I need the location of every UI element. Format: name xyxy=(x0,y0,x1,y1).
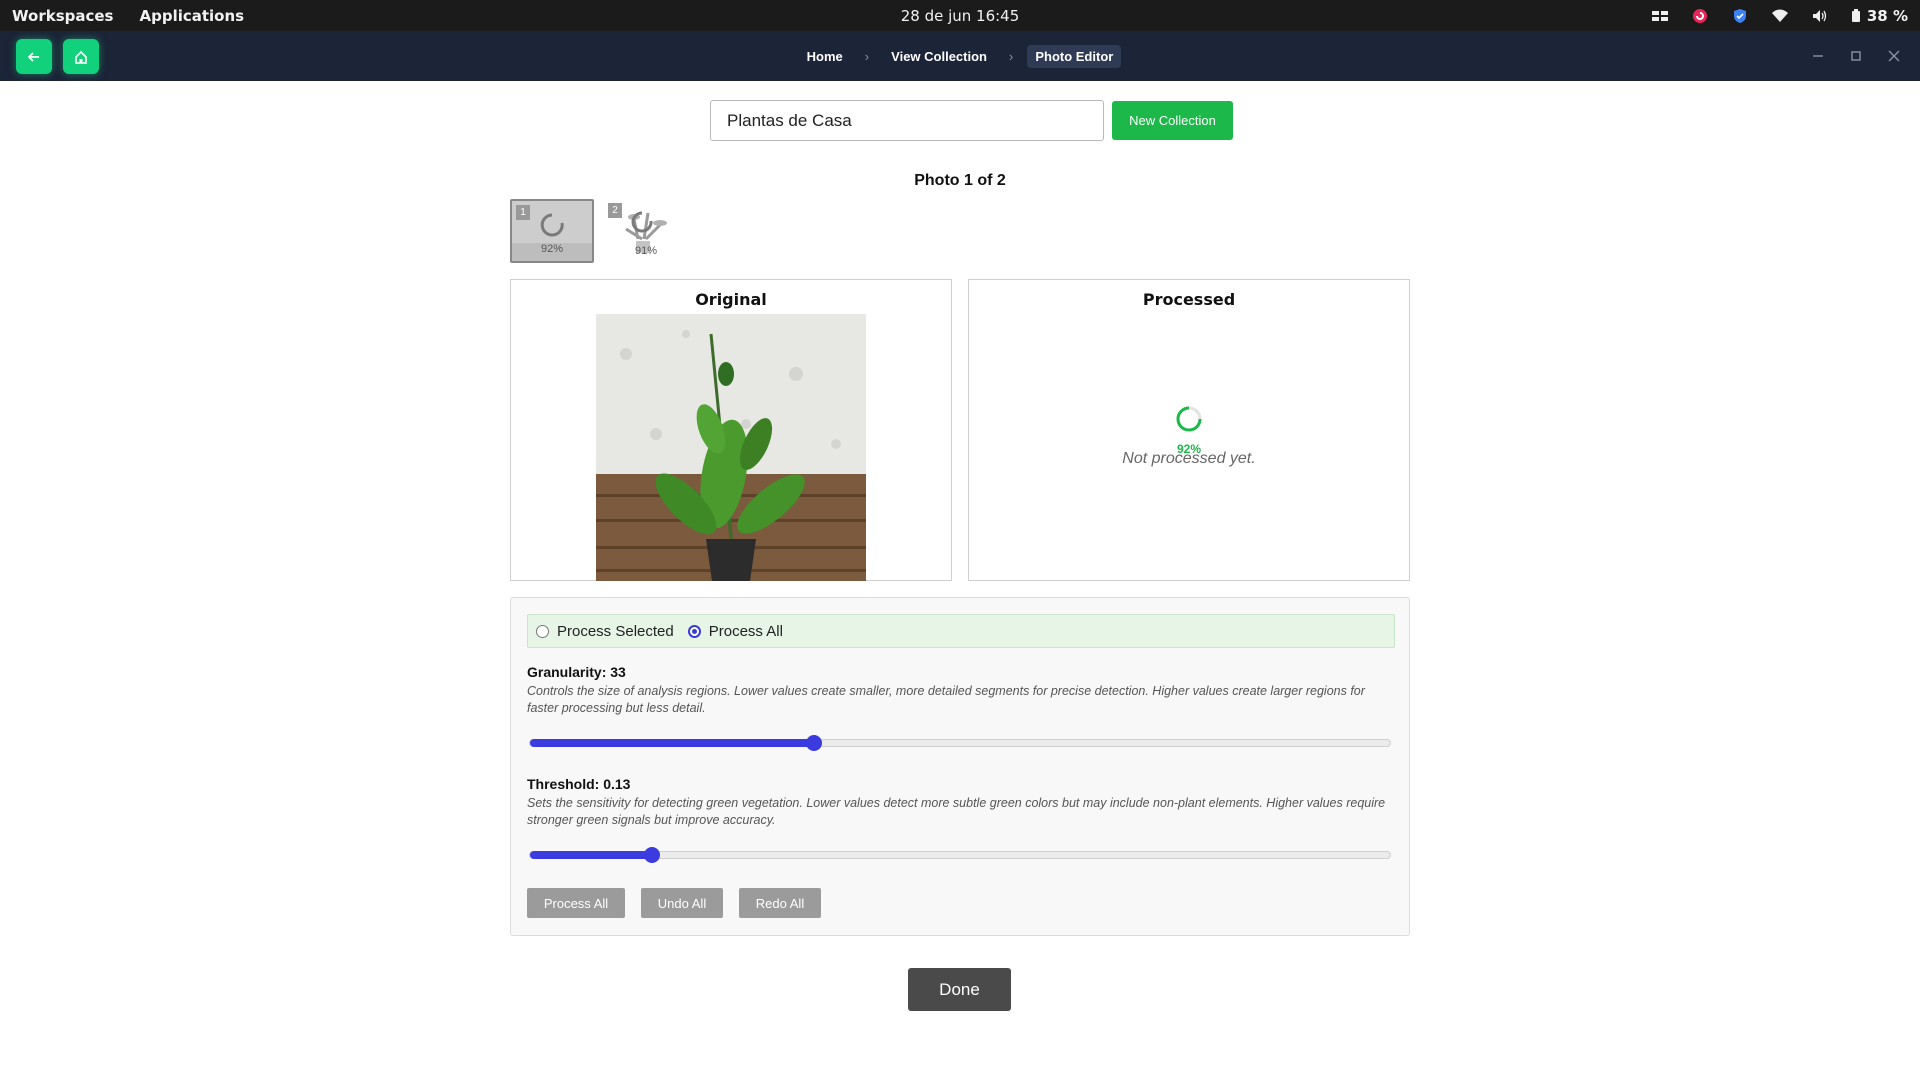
breadcrumb-home[interactable]: Home xyxy=(799,45,851,68)
thumbnail-photo-1[interactable]: 1 92% xyxy=(510,199,594,263)
battery-icon xyxy=(1851,8,1860,22)
done-button[interactable]: Done xyxy=(908,968,1011,1011)
battery-percent: 38 % xyxy=(1866,6,1908,25)
radio-button-selected[interactable] xyxy=(687,624,701,638)
breadcrumb: Home › View Collection › Photo Editor xyxy=(0,31,1920,81)
thumbnail-progress: 91% xyxy=(634,245,658,257)
radio-label: Process Selected xyxy=(557,622,674,640)
minimize-icon[interactable] xyxy=(1812,50,1824,62)
original-photo xyxy=(596,314,866,581)
system-top-bar: Workspaces Applications 28 de jun 16:45 … xyxy=(0,0,1920,31)
wifi-icon[interactable] xyxy=(1771,7,1789,25)
app-header: Home › View Collection › Photo Editor xyxy=(0,31,1920,81)
processed-panel: Processed Not processed yet. 92% xyxy=(968,279,1410,581)
process-mode-selector: Process Selected Process All xyxy=(527,614,1395,648)
slider-fill xyxy=(530,851,653,859)
granularity-slider[interactable] xyxy=(529,735,1391,751)
app-indicator-icon[interactable] xyxy=(1691,7,1709,25)
thumbnail-photo-2[interactable]: 2 91% xyxy=(604,199,688,263)
volume-icon[interactable] xyxy=(1811,7,1829,25)
slider-fill xyxy=(530,739,814,747)
breadcrumb-separator: › xyxy=(1008,48,1014,64)
system-clock[interactable]: 28 de jun 16:45 xyxy=(901,7,1020,25)
breadcrumb-separator: › xyxy=(864,48,870,64)
granularity-description: Controls the size of analysis regions. L… xyxy=(527,684,1365,715)
granularity-label: Granularity: 33 xyxy=(527,664,626,680)
redo-all-button[interactable]: Redo All xyxy=(739,888,821,918)
shield-icon[interactable] xyxy=(1731,7,1749,25)
radio-label: Process All xyxy=(708,622,783,640)
thumbnail-index: 2 xyxy=(608,203,622,218)
window-switcher-icon[interactable] xyxy=(1651,7,1669,25)
battery-indicator[interactable]: 38 % xyxy=(1851,7,1908,25)
threshold-description: Sets the sensitivity for detecting green… xyxy=(527,796,1386,827)
thumbnail-index: 1 xyxy=(516,205,530,220)
collection-name-input[interactable] xyxy=(710,100,1104,141)
spinner-icon xyxy=(1176,406,1202,432)
breadcrumb-view-collection[interactable]: View Collection xyxy=(883,45,995,68)
processing-percent: 92% xyxy=(1176,442,1202,456)
threshold-label: Threshold: 0.13 xyxy=(527,776,631,792)
loading-spinner xyxy=(969,404,1409,439)
breadcrumb-photo-editor[interactable]: Photo Editor xyxy=(1027,44,1122,68)
processing-controls: Process Selected Process All Granularity… xyxy=(510,597,1410,936)
maximize-icon[interactable] xyxy=(1850,50,1862,62)
undo-all-button[interactable]: Undo All xyxy=(641,888,723,918)
radio-process-all[interactable]: Process All xyxy=(687,622,783,640)
threshold-slider[interactable] xyxy=(529,847,1391,863)
original-title: Original xyxy=(695,290,767,309)
radio-process-selected[interactable]: Process Selected xyxy=(536,623,674,640)
process-all-button[interactable]: Process All xyxy=(527,888,625,918)
original-panel: Original xyxy=(510,279,952,581)
slider-handle[interactable] xyxy=(644,847,661,863)
new-collection-button[interactable]: New Collection xyxy=(1112,101,1233,140)
photo-counter: Photo 1 of 2 xyxy=(914,172,1006,189)
close-icon[interactable] xyxy=(1888,50,1900,62)
processed-title: Processed xyxy=(1142,290,1236,309)
radio-button[interactable] xyxy=(536,624,549,638)
thumbnail-progress: 92% xyxy=(540,243,564,255)
slider-handle[interactable] xyxy=(805,735,822,751)
